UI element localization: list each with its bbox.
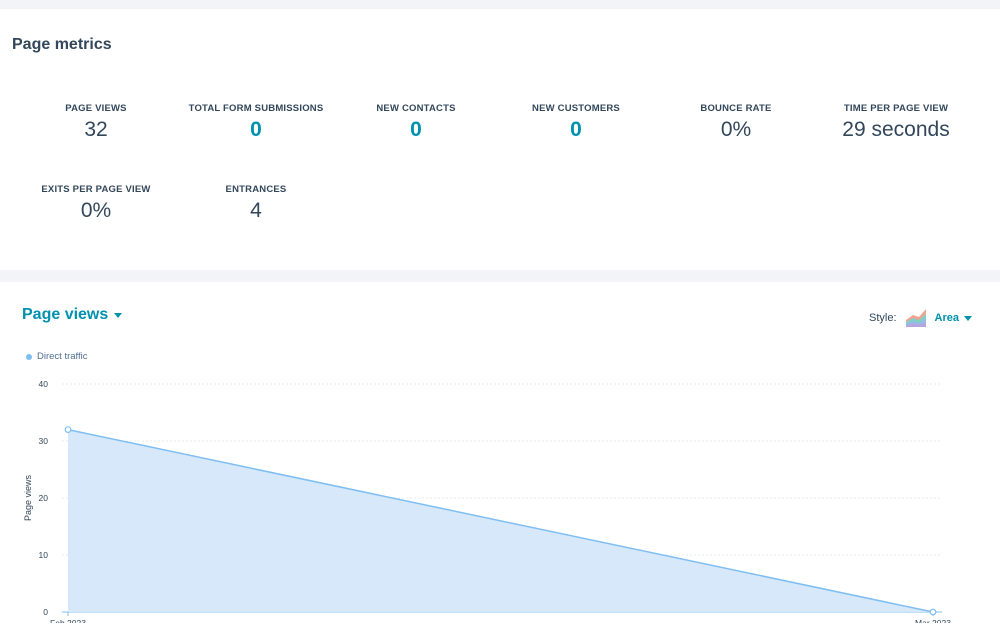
metric-value-link[interactable]: 0 <box>496 118 656 142</box>
chart-title: Page views <box>22 306 109 323</box>
data-point <box>64 426 72 434</box>
metric-label: ENTRANCES <box>225 184 287 195</box>
x-tick-label: Mar 2023 <box>915 618 951 623</box>
metric-page-views: PAGE VIEWS 32 <box>16 103 176 142</box>
y-tick-label: 0 <box>43 607 48 617</box>
area-chart-icon <box>905 309 926 327</box>
metric-label: EXITS PER PAGE VIEW <box>41 184 151 195</box>
metric-time-per-page-view: TIME PER PAGE VIEW 29 seconds <box>816 103 976 142</box>
metric-new-customers: NEW CUSTOMERS 0 <box>496 103 656 142</box>
legend-marker <box>26 353 32 360</box>
style-label: Style: <box>869 312 897 324</box>
chevron-down-icon <box>114 312 123 318</box>
metric-new-contacts: NEW CONTACTS 0 <box>336 103 496 142</box>
metric-label: BOUNCE RATE <box>700 103 772 114</box>
y-axis-label: Page views <box>23 474 33 521</box>
metric-value: 4 <box>250 199 262 222</box>
y-tick-label: 20 <box>39 493 49 503</box>
metric-label: PAGE VIEWS <box>65 103 127 114</box>
chart-metric-dropdown[interactable]: Page views <box>22 306 123 324</box>
y-tick-label: 10 <box>39 550 49 560</box>
chart-style-control: Style: Area <box>869 308 972 328</box>
metric-label: NEW CUSTOMERS <box>532 103 620 114</box>
metric-value: 32 <box>84 118 108 141</box>
metric-value: 0% <box>720 118 752 141</box>
metric-label: TOTAL FORM SUBMISSIONS <box>188 103 324 114</box>
page-metrics-card: Page metrics PAGE VIEWS 32 TOTAL FORM SU… <box>0 9 1000 270</box>
chevron-down-icon <box>964 315 972 321</box>
metric-bounce-rate: BOUNCE RATE 0% <box>656 103 816 142</box>
metric-value: 0% <box>80 199 112 222</box>
metric-exits-per-page-view: EXITS PER PAGE VIEW 0% <box>16 184 176 223</box>
page-views-chart-card: 0 10 20 30 40 Page views Feb 2023 Mar 2023 Page… <box>0 282 1000 627</box>
style-value: Area <box>934 312 959 324</box>
y-tick-label: 40 <box>39 379 49 389</box>
metric-value-link[interactable]: 0 <box>176 118 336 142</box>
style-dropdown[interactable]: Area <box>935 312 972 324</box>
metric-total-form-submissions: TOTAL FORM SUBMISSIONS 0 <box>176 103 336 142</box>
metric-value: 29 seconds <box>842 118 950 141</box>
metric-value-link[interactable]: 0 <box>336 118 496 142</box>
metric-label: TIME PER PAGE VIEW <box>843 103 949 114</box>
x-tick-label: Feb 2023 <box>50 618 86 623</box>
page-views-chart: 0 10 20 30 40 Page views Feb 2023 Mar 2023 <box>23 379 951 623</box>
data-point <box>929 608 937 616</box>
legend-label: Direct traffic <box>37 351 88 362</box>
metric-label: NEW CONTACTS <box>376 103 456 114</box>
metric-entrances: ENTRANCES 4 <box>176 184 336 223</box>
page-metrics-title: Page metrics <box>12 36 112 53</box>
chart-legend: Direct traffic <box>26 351 88 362</box>
y-tick-label: 30 <box>39 436 49 446</box>
